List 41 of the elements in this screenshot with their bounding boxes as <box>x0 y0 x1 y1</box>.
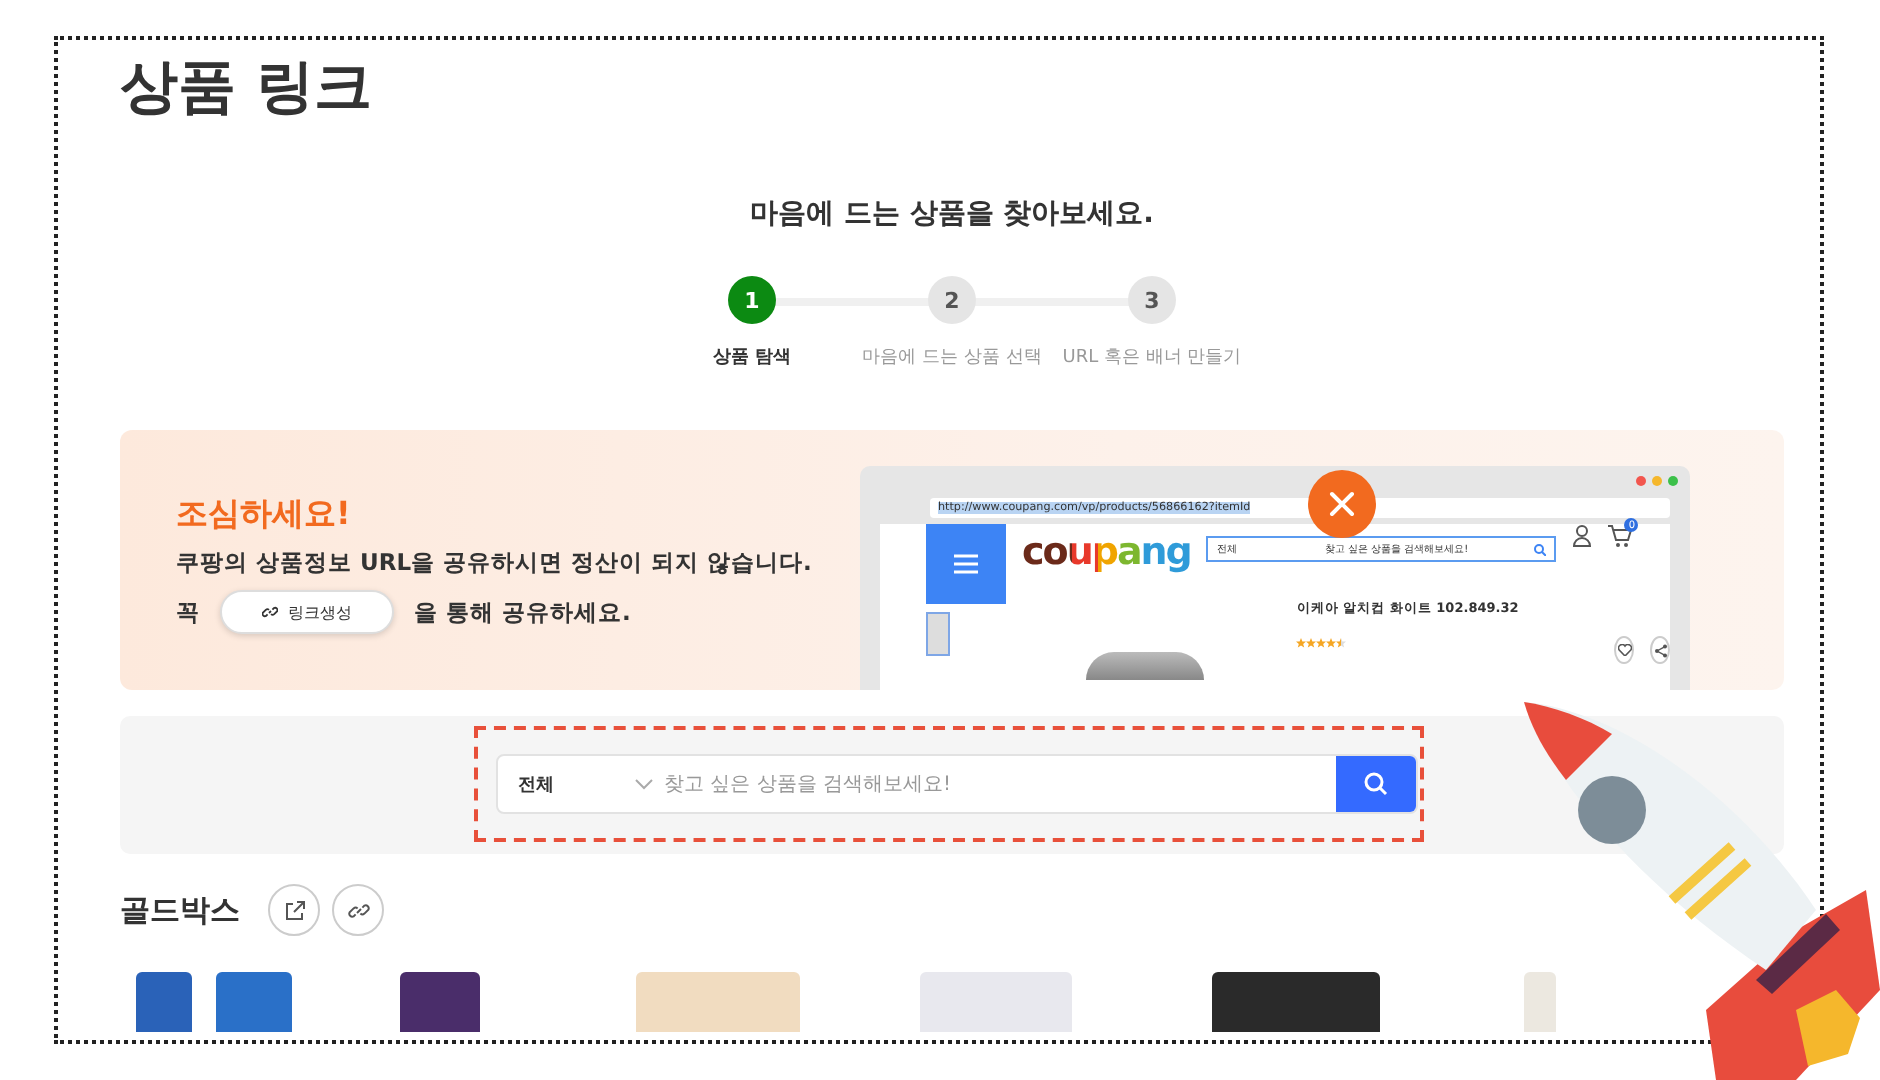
step-number[interactable]: 3 <box>1128 276 1176 324</box>
step-number[interactable]: 1 <box>728 276 776 324</box>
search-button[interactable] <box>1336 756 1416 812</box>
product-thumbnail <box>926 612 951 656</box>
notice-text: 을 통해 공유하세요. <box>414 597 631 627</box>
menu-icon <box>954 554 978 574</box>
photo-placeholder <box>400 972 480 1032</box>
step-label: URL 혹은 배너 만들기 <box>1062 346 1242 370</box>
step-label: 마음에 드는 상품 선택 <box>862 346 1042 370</box>
cart-icon <box>1608 524 1633 548</box>
window-dot <box>1636 475 1646 485</box>
chevron-down-icon <box>634 778 654 790</box>
share-icon <box>1653 643 1668 657</box>
link-create-button[interactable]: 링크생성 <box>220 590 394 634</box>
page-title: 상품 링크 <box>120 50 375 124</box>
section-title: 골드박스 <box>120 891 240 929</box>
photo-placeholder <box>1524 972 1556 1032</box>
notice-text: 꼭 <box>176 597 200 627</box>
close-icon <box>1328 490 1356 518</box>
notice-title: 조심하세요! <box>176 494 353 536</box>
window-dot <box>1668 475 1678 485</box>
link-button[interactable] <box>332 884 384 936</box>
open-link-button[interactable] <box>268 884 320 936</box>
step-label: 상품 탐색 <box>712 346 792 370</box>
search-icon <box>1364 772 1388 796</box>
section-heading: 마음에 드는 상품을 찾아보세요. <box>750 198 1154 230</box>
category-dropdown[interactable]: 전체 <box>498 771 634 797</box>
link-icon <box>347 899 369 921</box>
step-number[interactable]: 2 <box>928 276 976 324</box>
photo-placeholder <box>216 972 292 1032</box>
user-icon <box>1572 524 1593 548</box>
photo-placeholder <box>136 972 192 1032</box>
heart-icon <box>1617 644 1632 656</box>
search-field[interactable]: 전체 찾고 싶은 상품을 검색해보세요! <box>496 754 1418 814</box>
window-dot <box>1652 475 1662 485</box>
search-placeholder: 찾고 싶은 상품을 검색해보세요! <box>664 772 952 798</box>
link-icon <box>262 604 278 620</box>
notice-message: 쿠팡의 상품정보 URL을 공유하시면 정산이 되지 않습니다. <box>176 548 814 578</box>
search-icon <box>1534 543 1547 555</box>
external-link-icon <box>283 899 305 921</box>
photo-placeholder <box>1086 652 1205 680</box>
